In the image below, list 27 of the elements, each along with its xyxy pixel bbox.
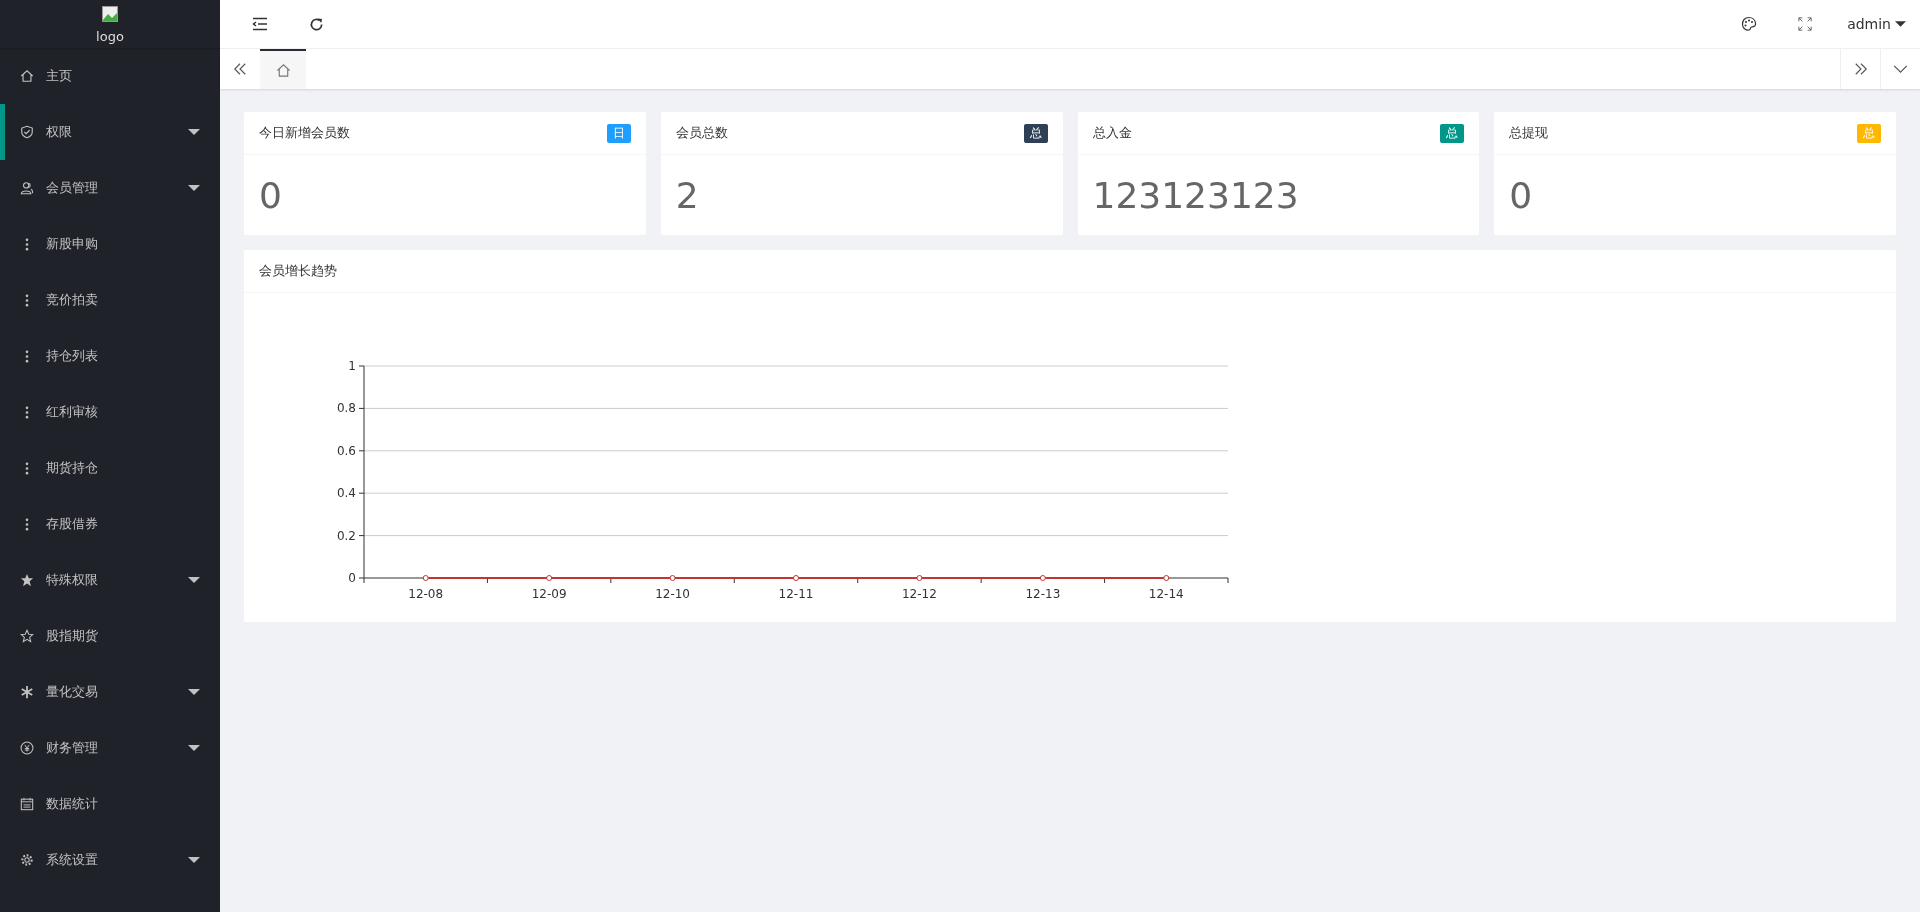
stat-value: 0: [259, 174, 282, 216]
axis-label: 12-12: [902, 587, 937, 601]
badge: 日: [606, 123, 631, 143]
badge: 总: [1023, 123, 1048, 143]
axis-label: 12-10: [655, 587, 690, 601]
card-title: 总提现: [1509, 124, 1549, 142]
axis-label: 0.8: [336, 401, 356, 416]
axis-label: 0: [348, 571, 356, 585]
badge: 总: [1857, 123, 1881, 143]
stat-value: 123123123: [1092, 174, 1299, 216]
logo-alt-text: logo: [96, 29, 124, 44]
stat-value: 2: [675, 174, 699, 216]
axis-label: 12-13: [1025, 587, 1061, 601]
axis-label: 0.6: [336, 443, 356, 458]
axis-label: 0.4: [336, 486, 356, 501]
axis-label: 12-14: [1148, 587, 1184, 601]
badge: 总: [1440, 123, 1465, 143]
axis-label: 12-11: [778, 587, 814, 601]
stat-value: 0: [1509, 174, 1533, 216]
axis-label: 0.2: [336, 528, 356, 543]
card-title: 会员总数: [675, 124, 728, 142]
card-title: 会员增长趋势: [259, 262, 337, 280]
card-title: 总入金: [1092, 124, 1132, 142]
axis-label: 12-09: [531, 587, 567, 601]
card-title: 今日新增会员数: [259, 124, 350, 142]
axis-label: 1: [348, 359, 356, 373]
axis-label: 12-08: [408, 587, 444, 601]
